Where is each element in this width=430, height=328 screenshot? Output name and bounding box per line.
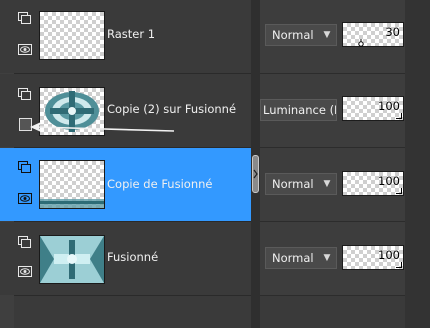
opacity-field[interactable]: 100 (342, 171, 404, 196)
opacity-field[interactable]: 30 (342, 22, 404, 47)
blend-mode-label: Luminance (H (263, 103, 337, 117)
opacity-slider-marker[interactable] (355, 39, 367, 47)
eye-icon[interactable] (18, 44, 32, 55)
opacity-value: 100 (378, 248, 400, 262)
layer-group-icon[interactable] (18, 88, 31, 100)
layer-row-copie-de-fusionne[interactable]: Copie de Fusionné (0, 148, 251, 221)
opacity-value: 100 (378, 99, 400, 113)
opacity-corner-icon (396, 113, 402, 119)
vertical-scrollbar[interactable] (405, 0, 430, 328)
dropdown-caret-icon: ▼ (323, 179, 331, 189)
opacity-field[interactable]: 100 (342, 96, 404, 121)
layer-thumbnail[interactable] (39, 235, 105, 284)
blend-mode-label: Normal (272, 177, 314, 191)
dropdown-caret-icon: ▼ (323, 253, 331, 263)
panel-splitter[interactable] (251, 0, 260, 328)
blend-mode-dropdown[interactable]: Normal ▼ (265, 247, 337, 269)
layer-row-raster-1[interactable]: Raster 1 (0, 0, 251, 73)
layer-name: Copie de Fusionné (107, 177, 213, 191)
layer-name: Raster 1 (107, 27, 156, 41)
thumbnail-art (40, 236, 104, 283)
layer-thumbnail[interactable] (39, 160, 105, 209)
dropdown-caret-icon: ▼ (323, 30, 331, 40)
opacity-corner-icon (396, 188, 402, 194)
layer-name: Copie (2) sur Fusionné (107, 102, 237, 116)
layer-name: Fusionné (107, 250, 159, 264)
chevron-right-icon (253, 169, 258, 179)
splitter-grip[interactable] (252, 155, 259, 193)
blend-mode-dropdown[interactable]: Luminance (H (260, 99, 337, 121)
blend-mode-label: Normal (272, 251, 314, 265)
layer-group-icon[interactable] (18, 12, 31, 24)
eye-icon[interactable] (18, 266, 32, 277)
opacity-value: 30 (385, 25, 400, 39)
blend-mode-dropdown[interactable]: Normal ▼ (265, 173, 337, 195)
layer-properties: Normal ▼ 30 Luminance (H 100 Normal ▼ 10… (260, 0, 430, 328)
blend-mode-label: Normal (272, 28, 314, 42)
layer-divider (14, 295, 251, 296)
layer-list: Raster 1 Copie (2) sur Fusionné Copie de… (0, 0, 251, 328)
layer-row-fusionne[interactable]: Fusionné (0, 222, 251, 295)
opacity-value: 100 (378, 174, 400, 188)
thumbnail-art (40, 199, 104, 208)
layer-group-icon[interactable] (18, 236, 31, 248)
opacity-corner-icon (396, 262, 402, 268)
arrow-icon (30, 122, 175, 132)
layer-thumbnail[interactable] (39, 11, 105, 60)
blend-mode-dropdown[interactable]: Normal ▼ (265, 24, 337, 46)
layer-group-icon[interactable] (18, 161, 31, 173)
eye-icon[interactable] (18, 193, 32, 204)
opacity-field[interactable]: 100 (342, 245, 404, 270)
